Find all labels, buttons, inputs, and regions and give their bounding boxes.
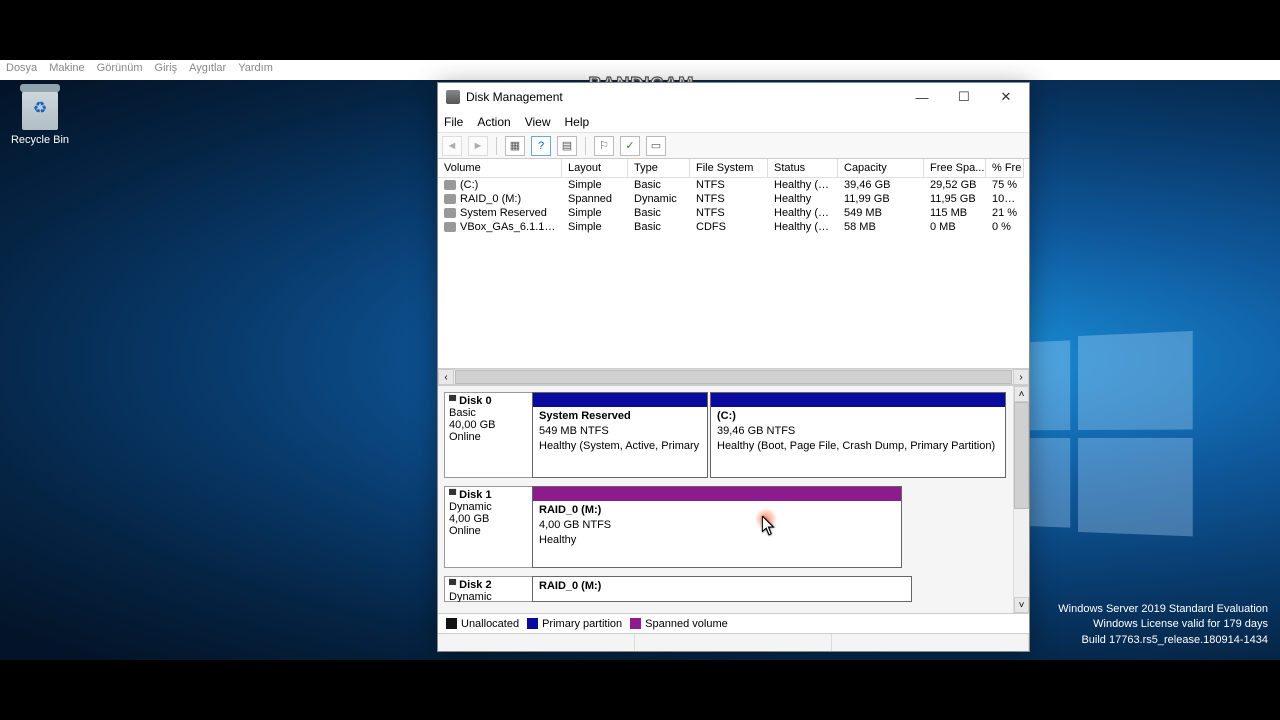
refresh-button[interactable]: ▦	[505, 136, 525, 156]
list-button[interactable]: ▭	[646, 136, 666, 156]
volume-row[interactable]: System Reserved SimpleBasicNTFSHealthy (…	[438, 206, 1029, 220]
disk-icon: ▀	[449, 580, 456, 591]
maximize-button[interactable]: ☐	[943, 83, 985, 111]
menubar: File Action View Help	[438, 111, 1029, 133]
column-header[interactable]: % Fre	[986, 159, 1024, 178]
properties-button[interactable]: ▤	[557, 136, 577, 156]
windows-evaluation-watermark: Windows Server 2019 Standard Evaluation …	[1058, 602, 1268, 648]
volume-row[interactable]: VBox_GAs_6.1.16 (... SimpleBasicCDFSHeal…	[438, 220, 1029, 234]
partition-name: (C:)	[717, 410, 736, 422]
recycle-bin-label: Recycle Bin	[8, 134, 72, 146]
partition-status: Healthy (Boot, Page File, Crash Dump, Pr…	[717, 440, 995, 452]
vm-menu-item[interactable]: Makine	[49, 62, 84, 78]
disk-row: ▀ Disk 1 Dynamic4,00 GBOnline RAID_0 (M:…	[444, 486, 1007, 568]
recycle-bin-icon[interactable]: Recycle Bin	[8, 90, 72, 146]
disk-info[interactable]: ▀ Disk 2 Dynamic	[444, 576, 532, 602]
column-header[interactable]: Type	[628, 159, 690, 178]
partition-size: 4,00 GB NTFS	[539, 519, 611, 531]
minimize-button[interactable]: —	[901, 83, 943, 111]
forward-button[interactable]: ►	[468, 136, 488, 156]
scroll-up-icon[interactable]: ˄	[1014, 386, 1029, 402]
scroll-thumb[interactable]	[1014, 402, 1029, 509]
column-header[interactable]: Status	[768, 159, 838, 178]
disk-icon: ▀	[449, 490, 456, 501]
disk-info[interactable]: ▀ Disk 0 Basic40,00 GBOnline	[444, 392, 532, 478]
vm-menu-item[interactable]: Dosya	[6, 62, 37, 78]
legend: Unallocated Primary partition Spanned vo…	[438, 613, 1029, 633]
close-button[interactable]: ✕	[985, 83, 1027, 111]
volume-row[interactable]: RAID_0 (M:) SpannedDynamicNTFSHealthy 11…	[438, 192, 1029, 206]
letterbox-bottom	[0, 660, 1280, 720]
volume-row[interactable]: (C:) SimpleBasicNTFSHealthy (B... 39,46 …	[438, 178, 1029, 192]
volume-list-body[interactable]: (C:) SimpleBasicNTFSHealthy (B... 39,46 …	[438, 178, 1029, 368]
partition-stripe	[533, 487, 901, 501]
help-button[interactable]: ?	[531, 136, 551, 156]
menu-item[interactable]: View	[525, 115, 551, 129]
disk-row: ▀ Disk 2 Dynamic RAID_0 (M:)	[444, 576, 1007, 602]
volume-list-header: VolumeLayoutTypeFile SystemStatusCapacit…	[438, 159, 1029, 178]
partition-status: Healthy (System, Active, Primary	[539, 440, 699, 452]
column-header[interactable]: File System	[690, 159, 768, 178]
vm-menu-item[interactable]: Giriş	[155, 62, 178, 78]
partition-name: System Reserved	[539, 410, 631, 422]
volume-icon	[444, 208, 456, 218]
scroll-right-icon[interactable]: ›	[1013, 369, 1029, 385]
toolbar: ◄ ► ▦ ? ▤ ⚐ ✓ ▭	[438, 133, 1029, 159]
partition-name: RAID_0 (M:)	[539, 504, 601, 516]
volume-icon	[444, 180, 456, 190]
partition[interactable]: RAID_0 (M:) 4,00 GB NTFS Healthy	[532, 486, 902, 568]
disk-info[interactable]: ▀ Disk 1 Dynamic4,00 GBOnline	[444, 486, 532, 568]
column-header[interactable]: Free Spa...	[924, 159, 986, 178]
desktop: Dosya Makine Görünüm Giriş Aygıtlar Yardım Re…	[0, 60, 1280, 660]
partition[interactable]: RAID_0 (M:)	[532, 576, 912, 602]
legend-swatch	[446, 618, 457, 629]
partition-status: Healthy	[539, 534, 576, 546]
legend-swatch	[527, 618, 538, 629]
legend-item: Spanned volume	[630, 618, 728, 630]
column-header[interactable]: Volume	[438, 159, 562, 178]
vm-menu-item[interactable]: Görünüm	[97, 62, 143, 78]
trash-icon	[22, 90, 58, 130]
scroll-down-icon[interactable]: ˅	[1014, 597, 1029, 613]
action-button[interactable]: ⚐	[594, 136, 614, 156]
legend-item: Primary partition	[527, 618, 622, 630]
back-button[interactable]: ◄	[442, 136, 462, 156]
partition-name: RAID_0 (M:)	[539, 580, 601, 592]
partition-stripe	[711, 393, 1005, 407]
app-icon	[446, 90, 460, 104]
disk-graphical-view: ▀ Disk 0 Basic40,00 GBOnline System Rese…	[438, 385, 1029, 613]
volume-list: VolumeLayoutTypeFile SystemStatusCapacit…	[438, 159, 1029, 369]
partition-size: 39,46 GB NTFS	[717, 425, 795, 437]
scroll-thumb[interactable]	[455, 370, 1012, 384]
partition[interactable]: System Reserved 549 MB NTFS Healthy (Sys…	[532, 392, 708, 478]
legend-item: Unallocated	[446, 618, 519, 630]
vm-menu-item[interactable]: Aygıtlar	[189, 62, 226, 78]
letterbox-top	[0, 0, 1280, 60]
disk-icon: ▀	[449, 396, 456, 407]
menu-item[interactable]: Action	[477, 115, 510, 129]
check-button[interactable]: ✓	[620, 136, 640, 156]
partition-stripe	[533, 393, 707, 407]
partition-size: 549 MB NTFS	[539, 425, 609, 437]
horizontal-scrollbar[interactable]: ‹ ›	[438, 369, 1029, 385]
scroll-left-icon[interactable]: ‹	[438, 369, 454, 385]
window-title: Disk Management	[466, 90, 901, 104]
disk-management-window: Disk Management — ☐ ✕ File Action View Help…	[437, 82, 1030, 652]
column-header[interactable]: Layout	[562, 159, 628, 178]
menu-item[interactable]: File	[444, 115, 463, 129]
partition[interactable]: (C:) 39,46 GB NTFS Healthy (Boot, Page F…	[710, 392, 1006, 478]
statusbar	[438, 633, 1029, 651]
titlebar[interactable]: Disk Management — ☐ ✕	[438, 83, 1029, 111]
menu-item[interactable]: Help	[565, 115, 590, 129]
column-header[interactable]: Capacity	[838, 159, 924, 178]
volume-icon	[444, 194, 456, 204]
volume-icon	[444, 222, 456, 232]
legend-swatch	[630, 618, 641, 629]
vm-menu-item[interactable]: Yardım	[238, 62, 273, 78]
vertical-scrollbar[interactable]: ˄ ˅	[1013, 386, 1029, 613]
disk-row: ▀ Disk 0 Basic40,00 GBOnline System Rese…	[444, 392, 1007, 478]
